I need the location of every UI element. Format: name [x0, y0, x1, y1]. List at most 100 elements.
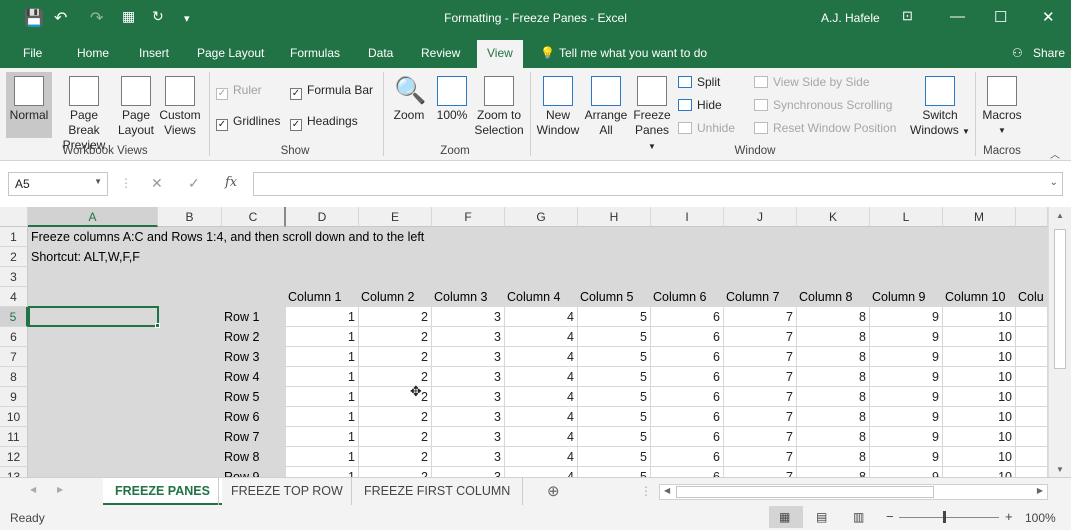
- data-cell[interactable]: 3: [432, 367, 505, 387]
- insert-function-icon[interactable]: fx: [225, 175, 237, 190]
- column-header[interactable]: H: [578, 207, 651, 227]
- data-cell[interactable]: 5: [578, 407, 651, 427]
- data-cell[interactable]: 4: [505, 427, 578, 447]
- select-all-corner[interactable]: [0, 207, 28, 227]
- arrange-all-button[interactable]: Arrange All: [583, 76, 629, 138]
- data-cell[interactable]: [1016, 467, 1048, 477]
- column-header-cell[interactable]: Column 5: [580, 287, 634, 307]
- data-cell[interactable]: 8: [797, 327, 870, 347]
- data-cell[interactable]: 6: [651, 407, 724, 427]
- scroll-right-icon[interactable]: ▶: [1037, 486, 1043, 495]
- data-cell[interactable]: [1016, 307, 1048, 327]
- freeze-panes-button[interactable]: Freeze Panes ▼: [631, 76, 673, 154]
- data-cell[interactable]: 4: [505, 447, 578, 467]
- zoom-slider[interactable]: [899, 517, 999, 518]
- data-cell[interactable]: 1: [286, 447, 359, 467]
- page-layout-view-icon[interactable]: ▤: [816, 510, 827, 524]
- gridlines-checkbox[interactable]: ✓ Gridlines: [216, 114, 280, 131]
- data-cell[interactable]: 3: [432, 307, 505, 327]
- data-cell[interactable]: 7: [724, 307, 797, 327]
- next-sheet-icon[interactable]: ▶: [57, 485, 63, 494]
- tab-insert[interactable]: Insert: [139, 46, 169, 60]
- row-header[interactable]: 2: [0, 247, 28, 267]
- column-header[interactable]: E: [359, 207, 432, 227]
- data-cell[interactable]: 4: [505, 347, 578, 367]
- data-cell[interactable]: 9: [870, 387, 943, 407]
- zoom-slider-thumb[interactable]: [943, 511, 946, 523]
- column-header[interactable]: K: [797, 207, 870, 227]
- data-cell[interactable]: 9: [870, 347, 943, 367]
- data-cell[interactable]: 8: [797, 387, 870, 407]
- column-header[interactable]: L: [870, 207, 943, 227]
- data-cell[interactable]: 7: [724, 387, 797, 407]
- sheet-tab-freeze-panes[interactable]: FREEZE PANES: [103, 478, 222, 505]
- data-cell[interactable]: 10: [943, 447, 1016, 467]
- data-cell[interactable]: 1: [286, 407, 359, 427]
- tab-home[interactable]: Home: [77, 46, 109, 60]
- column-header[interactable]: B: [158, 207, 222, 227]
- row-label-cell[interactable]: Row 5: [224, 387, 259, 407]
- data-cell[interactable]: 1: [286, 367, 359, 387]
- data-cell[interactable]: 6: [651, 307, 724, 327]
- data-cell[interactable]: 5: [578, 427, 651, 447]
- data-cell[interactable]: 6: [651, 427, 724, 447]
- data-cell[interactable]: 10: [943, 327, 1016, 347]
- data-cell[interactable]: 10: [943, 407, 1016, 427]
- column-header[interactable]: M: [943, 207, 1016, 227]
- column-header[interactable]: A: [28, 207, 158, 227]
- data-cell[interactable]: 10: [943, 467, 1016, 477]
- data-cell[interactable]: 4: [505, 367, 578, 387]
- row-label-cell[interactable]: Row 2: [224, 327, 259, 347]
- zoom-out-icon[interactable]: −: [886, 509, 894, 524]
- column-header[interactable]: I: [651, 207, 724, 227]
- data-cell[interactable]: [1016, 407, 1048, 427]
- data-cell[interactable]: 7: [724, 347, 797, 367]
- column-header-cell[interactable]: Column 10: [945, 287, 1005, 307]
- zoom-button[interactable]: 🔍 Zoom: [389, 76, 429, 123]
- data-cell[interactable]: 3: [432, 427, 505, 447]
- row-label-cell[interactable]: Row 7: [224, 427, 259, 447]
- data-cell[interactable]: 2: [359, 407, 432, 427]
- name-box[interactable]: A5 ▼: [8, 172, 108, 196]
- row-header[interactable]: 4: [0, 287, 28, 307]
- data-cell[interactable]: 8: [797, 307, 870, 327]
- data-cell[interactable]: 5: [578, 387, 651, 407]
- data-cell[interactable]: 2: [359, 347, 432, 367]
- data-cell[interactable]: 3: [432, 407, 505, 427]
- data-cell[interactable]: 4: [505, 407, 578, 427]
- tab-review[interactable]: Review: [421, 46, 460, 60]
- horizontal-scrollbar[interactable]: ◀ ▶: [659, 484, 1048, 500]
- data-cell[interactable]: 8: [797, 467, 870, 477]
- data-cell[interactable]: 4: [505, 467, 578, 477]
- data-cell[interactable]: 5: [578, 367, 651, 387]
- data-cell[interactable]: [1016, 387, 1048, 407]
- hide-button[interactable]: Hide: [678, 98, 722, 112]
- column-header[interactable]: [1016, 207, 1048, 227]
- share-icon[interactable]: ⚇: [1012, 46, 1023, 60]
- expand-formula-icon[interactable]: ⌄: [1050, 177, 1058, 188]
- row-header[interactable]: 6: [0, 327, 28, 347]
- column-header[interactable]: D: [286, 207, 359, 227]
- page-break-preview-button[interactable]: Page Break Preview: [53, 76, 115, 153]
- row-header[interactable]: 11: [0, 427, 28, 447]
- tell-me-input[interactable]: Tell me what you want to do: [559, 46, 707, 60]
- zoom-in-icon[interactable]: +: [1005, 509, 1013, 524]
- chevron-down-icon[interactable]: ▼: [94, 177, 102, 186]
- data-cell[interactable]: 1: [286, 307, 359, 327]
- data-cell[interactable]: 3: [432, 327, 505, 347]
- data-cell[interactable]: 1: [286, 327, 359, 347]
- column-header-cell[interactable]: Column 7: [726, 287, 780, 307]
- data-cell[interactable]: [1016, 327, 1048, 347]
- data-cell[interactable]: 8: [797, 407, 870, 427]
- cell-a2[interactable]: Shortcut: ALT,W,F,F: [31, 247, 140, 267]
- collapse-ribbon-icon[interactable]: ︿: [1050, 146, 1060, 161]
- row-label-cell[interactable]: Row 8: [224, 447, 259, 467]
- user-name[interactable]: A.J. Hafele: [821, 11, 880, 25]
- data-cell[interactable]: 7: [724, 367, 797, 387]
- tab-page-layout[interactable]: Page Layout: [197, 46, 264, 60]
- data-cell[interactable]: 9: [870, 407, 943, 427]
- column-header[interactable]: J: [724, 207, 797, 227]
- selected-cell-a5[interactable]: [28, 306, 159, 327]
- data-cell[interactable]: 2: [359, 427, 432, 447]
- tab-file[interactable]: File: [23, 46, 42, 60]
